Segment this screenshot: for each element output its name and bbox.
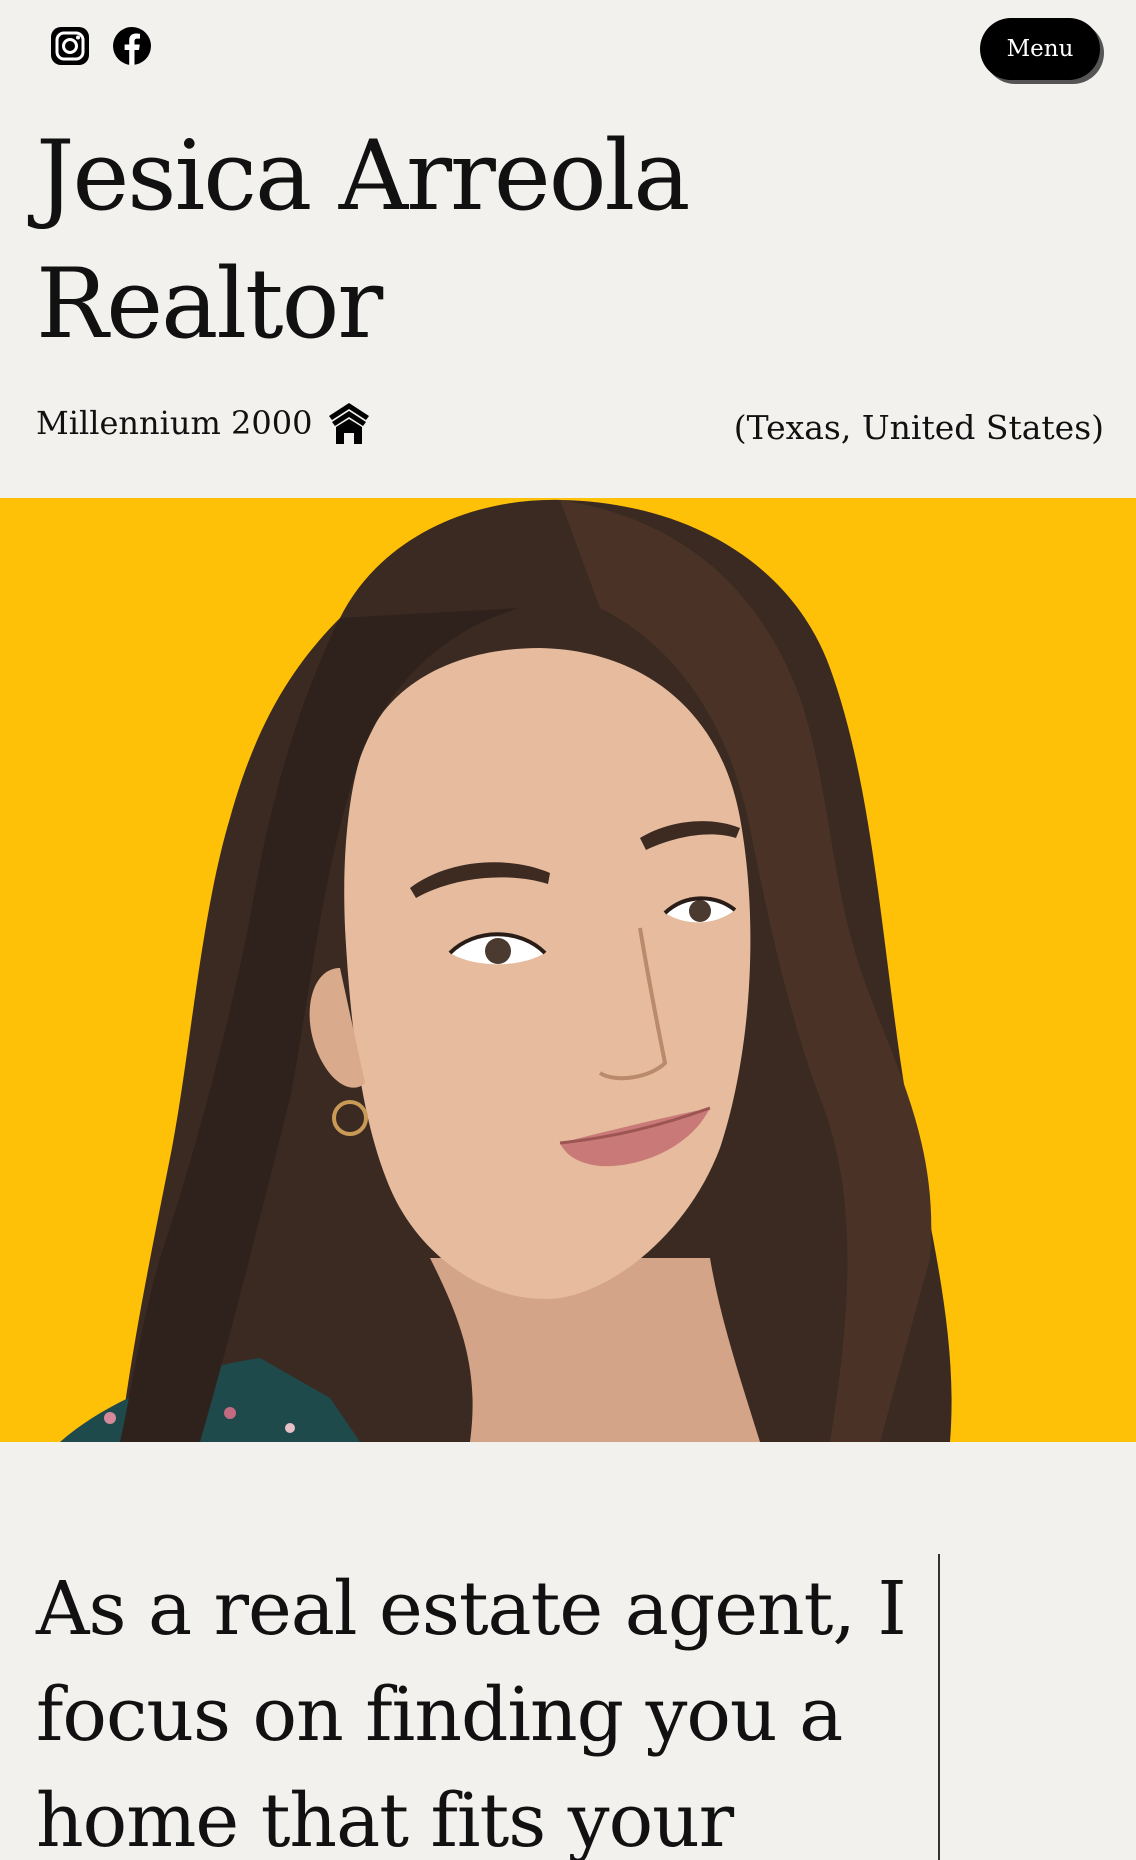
instagram-icon[interactable] <box>48 24 92 68</box>
social-links <box>48 24 154 68</box>
portrait-image <box>0 498 1136 1442</box>
location: (Texas, United States) <box>733 408 1104 447</box>
house-icon <box>329 403 370 444</box>
intro-statement: As a real estate agent, I focus on findi… <box>36 1566 907 1860</box>
page-title: Jesica Arreola Realtor <box>36 112 796 368</box>
vertical-divider <box>938 1554 940 1860</box>
brokerage: Millennium 2000 <box>36 400 372 446</box>
menu-button[interactable]: Menu <box>980 18 1100 80</box>
title-role: Realtor <box>36 248 383 360</box>
facebook-icon[interactable] <box>110 24 154 68</box>
instagram-link[interactable] <box>48 24 92 68</box>
hero-portrait <box>0 498 1136 1442</box>
brokerage-name: Millennium 2000 <box>36 404 313 442</box>
page: Menu Jesica Arreola Realtor Millennium 2… <box>0 0 1136 1860</box>
top-bar: Menu <box>0 0 1136 110</box>
facebook-link[interactable] <box>110 24 154 68</box>
title-name: Jesica Arreola <box>36 120 690 232</box>
